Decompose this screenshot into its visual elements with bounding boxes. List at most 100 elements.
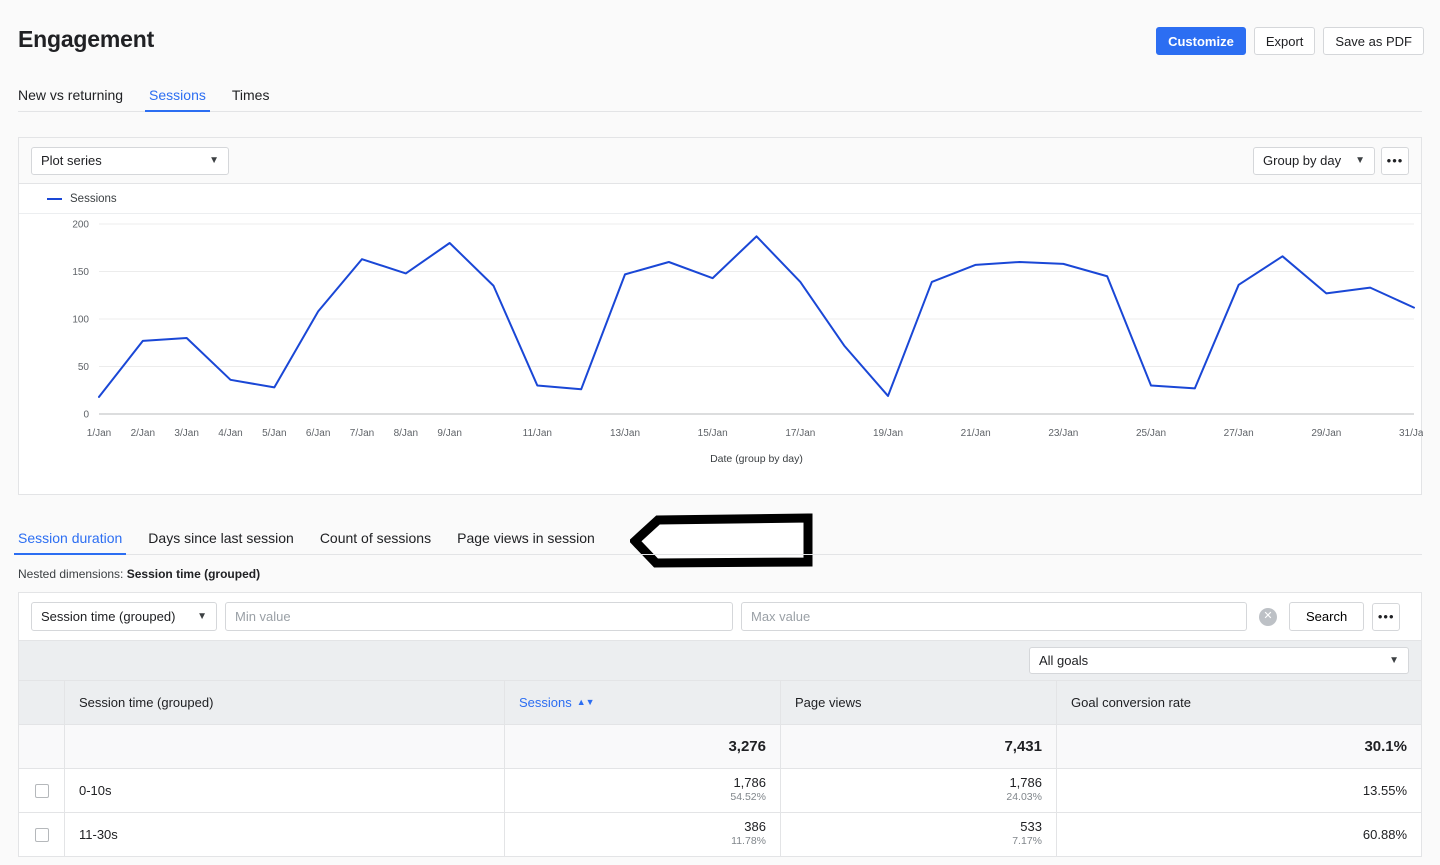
svg-text:11/Jan: 11/Jan <box>523 428 552 439</box>
goals-row: All goals ▼ <box>19 640 1421 680</box>
engagement-table: Session time (grouped) Sessions ▲▼ Page … <box>18 680 1422 857</box>
row-sessions-value: 386 <box>744 819 766 835</box>
plot-series-label: Plot series <box>41 153 102 168</box>
svg-text:6/Jan: 6/Jan <box>306 428 330 439</box>
svg-text:7/Jan: 7/Jan <box>350 428 374 439</box>
svg-text:4/Jan: 4/Jan <box>218 428 242 439</box>
clear-filters-icon[interactable]: ✕ <box>1259 607 1277 626</box>
row-label: 11-30s <box>64 812 505 857</box>
plot-series-select[interactable]: Plot series ▼ <box>31 146 229 175</box>
chevron-down-icon: ▼ <box>197 610 207 622</box>
table-body: 3,276 7,431 30.1% 0-10s 1,786 54.52% 1,7… <box>18 724 1422 857</box>
goals-select[interactable]: All goals ▼ <box>1029 647 1409 674</box>
svg-text:100: 100 <box>72 315 89 326</box>
svg-text:0: 0 <box>83 410 89 421</box>
primary-tabs: New vs returning Sessions Times <box>0 78 1440 112</box>
tab-days-since-last-session[interactable]: Days since last session <box>148 530 294 555</box>
header-sessions-label: Sessions <box>519 695 572 710</box>
svg-text:5/Jan: 5/Jan <box>262 428 286 439</box>
chart-more-options-button[interactable]: ••• <box>1381 146 1409 175</box>
row-sessions: 1,786 54.52% <box>504 768 781 813</box>
row-sessions-percent: 54.52% <box>730 791 766 804</box>
table-totals-row: 3,276 7,431 30.1% <box>18 724 1422 769</box>
dimension-filter-label: Session time (grouped) <box>41 609 176 624</box>
tab-count-of-sessions[interactable]: Count of sessions <box>320 530 431 555</box>
filter-more-options-button[interactable]: ••• <box>1372 602 1401 631</box>
totals-checkbox-cell <box>18 724 65 769</box>
min-value-input[interactable] <box>225 602 733 631</box>
row-sessions-value: 1,786 <box>733 775 766 791</box>
header-actions: Customize Export Save as PDF <box>1156 27 1424 55</box>
row-page-views: 533 7.17% <box>780 812 1057 857</box>
page-title: Engagement <box>18 25 155 52</box>
filter-card: Session time (grouped) ▼ ✕ Search ••• Al… <box>18 592 1422 680</box>
tab-times[interactable]: Times <box>232 87 270 112</box>
group-by-select[interactable]: Group by day ▼ <box>1253 146 1375 175</box>
row-page-views-value: 533 <box>1020 819 1042 835</box>
legend-line-icon <box>47 197 62 200</box>
goals-select-label: All goals <box>1039 653 1089 668</box>
header-page-views[interactable]: Page views <box>780 680 1057 725</box>
select-all-header <box>18 680 65 725</box>
chevron-down-icon: ▼ <box>1355 154 1365 166</box>
svg-text:31/Jan: 31/Jan <box>1399 428 1423 439</box>
customize-button[interactable]: Customize <box>1156 27 1246 55</box>
sessions-line-chart: 0 50 100 150 200 1/Jan 2/Jan 3/Jan 4/Jan 5/Jan 6/J… <box>72 220 1423 466</box>
chart-toolbar: Plot series ▼ Group by day ▼ ••• <box>19 138 1421 184</box>
svg-text:17/Jan: 17/Jan <box>785 428 815 439</box>
tab-session-duration[interactable]: Session duration <box>13 530 127 555</box>
group-by-label: Group by day <box>1263 153 1342 168</box>
nested-dimensions-prefix: Nested dimensions: <box>18 567 124 581</box>
search-button[interactable]: Search <box>1289 602 1365 631</box>
row-page-views-percent: 7.17% <box>1012 835 1042 848</box>
svg-text:23/Jan: 23/Jan <box>1048 428 1078 439</box>
chart-card: Plot series ▼ Group by day ▼ ••• Session… <box>18 137 1423 495</box>
row-checkbox[interactable] <box>34 784 49 799</box>
totals-goal-rate: 30.1% <box>1056 724 1422 769</box>
nested-dimensions: Nested dimensions: Session time (grouped… <box>0 555 1440 581</box>
svg-text:13/Jan: 13/Jan <box>610 428 640 439</box>
svg-text:8/Jan: 8/Jan <box>394 428 418 439</box>
sessions-sort-control[interactable]: Sessions ▲▼ <box>519 695 595 710</box>
tab-sessions[interactable]: Sessions <box>145 87 210 112</box>
row-checkbox[interactable] <box>34 828 49 843</box>
max-value-input[interactable] <box>741 602 1247 631</box>
row-page-views: 1,786 24.03% <box>780 768 1057 813</box>
chevron-down-icon: ▼ <box>209 154 219 166</box>
row-checkbox-cell <box>18 812 65 857</box>
tab-new-vs-returning[interactable]: New vs returning <box>18 87 123 112</box>
save-as-pdf-button[interactable]: Save as PDF <box>1323 27 1424 55</box>
row-goal-rate: 60.88% <box>1056 812 1422 857</box>
svg-text:29/Jan: 29/Jan <box>1311 428 1341 439</box>
svg-text:200: 200 <box>72 220 89 231</box>
svg-text:27/Jan: 27/Jan <box>1224 428 1254 439</box>
row-goal-rate: 13.55% <box>1056 768 1422 813</box>
chart-plot-area: 0 50 100 150 200 1/Jan 2/Jan 3/Jan 4/Jan 5/Jan 6/J… <box>19 214 1423 494</box>
svg-text:9/Jan: 9/Jan <box>437 428 461 439</box>
svg-text:Date (group by day): Date (group by day) <box>710 453 803 465</box>
row-sessions: 386 11.78% <box>504 812 781 857</box>
totals-sessions: 3,276 <box>504 724 781 769</box>
filter-bar: Session time (grouped) ▼ ✕ Search ••• <box>19 593 1421 640</box>
svg-text:19/Jan: 19/Jan <box>873 428 903 439</box>
chart-legend: Sessions <box>19 184 1421 214</box>
header-sessions[interactable]: Sessions ▲▼ <box>504 680 781 725</box>
nested-dimensions-value: Session time (grouped) <box>126 567 261 581</box>
svg-text:50: 50 <box>78 362 90 373</box>
secondary-tabs: Session duration Days since last session… <box>0 513 1440 568</box>
sort-arrows-icon: ▲▼ <box>576 697 595 707</box>
svg-text:15/Jan: 15/Jan <box>698 428 728 439</box>
tab-page-views-in-session[interactable]: Page views in session <box>457 530 595 555</box>
dimension-filter-select[interactable]: Session time (grouped) ▼ <box>31 602 217 631</box>
svg-text:3/Jan: 3/Jan <box>174 428 198 439</box>
export-button[interactable]: Export <box>1253 27 1316 55</box>
row-checkbox-cell <box>18 768 65 813</box>
legend-label: Sessions <box>70 192 117 205</box>
row-page-views-value: 1,786 <box>1009 775 1042 791</box>
row-page-views-percent: 24.03% <box>1006 791 1042 804</box>
svg-text:25/Jan: 25/Jan <box>1136 428 1166 439</box>
header-goal-conversion-rate[interactable]: Goal conversion rate <box>1056 680 1422 725</box>
header-session-time: Session time (grouped) <box>64 680 505 725</box>
svg-text:1/Jan: 1/Jan <box>87 428 111 439</box>
table-row: 11-30s 386 11.78% 533 7.17% 60.88% <box>18 812 1422 857</box>
